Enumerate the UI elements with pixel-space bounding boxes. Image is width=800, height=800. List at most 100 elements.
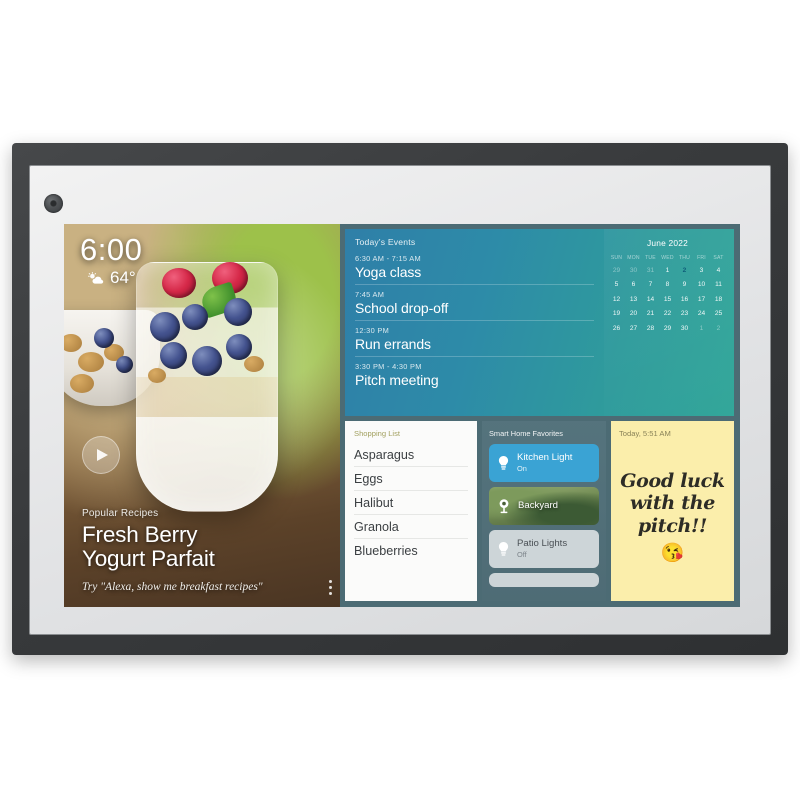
decorative-granola xyxy=(244,356,264,372)
calendar-day[interactable]: 18 xyxy=(710,294,727,305)
decorative-blueberry xyxy=(94,328,114,348)
calendar-day[interactable]: 13 xyxy=(625,294,642,305)
calendar-day[interactable]: 20 xyxy=(625,308,642,319)
sticky-note-widget[interactable]: Today, 5:51 AM Good luck with the pitch!… xyxy=(611,421,734,601)
calendar-widget[interactable]: June 2022 SUN MON TUE WED THU FRI SAT 29 30 31 1 2 3… xyxy=(604,229,734,416)
calendar-day[interactable]: 7 xyxy=(642,279,659,290)
kebab-menu-icon[interactable] xyxy=(329,580,332,595)
calendar-day[interactable]: 23 xyxy=(676,308,693,319)
smart-home-tile-kitchen-light[interactable]: Kitchen Light On xyxy=(489,444,599,482)
calendar-day-header: SAT xyxy=(713,255,724,261)
calendar-day[interactable]: 28 xyxy=(642,323,659,334)
calendar-day[interactable]: 24 xyxy=(693,308,710,319)
event-title: Run errands xyxy=(355,336,431,352)
calendar-day[interactable]: 3 xyxy=(693,265,710,276)
calendar-day[interactable]: 27 xyxy=(625,323,642,334)
bottom-widgets-row: Shopping List Asparagus Eggs Halibut Gra… xyxy=(345,421,734,601)
calendar-day[interactable]: 31 xyxy=(642,265,659,276)
decorative-granola xyxy=(148,368,166,383)
shopping-list-heading: Shopping List xyxy=(354,429,401,438)
decorative-granola xyxy=(78,352,104,372)
calendar-day[interactable]: 21 xyxy=(642,308,659,319)
sun-behind-cloud-icon xyxy=(88,271,104,284)
todays-events-widget[interactable]: Today's Events 6:30 AM - 7:15 AM Yoga cl… xyxy=(345,229,604,416)
calendar-day[interactable]: 1 xyxy=(659,265,676,276)
note-line-3: pitch!! xyxy=(637,514,708,537)
calendar-day[interactable]: 22 xyxy=(659,308,676,319)
decorative-raspberry xyxy=(162,268,196,298)
calendar-day[interactable]: 19 xyxy=(608,308,625,319)
display-screen: 6:00 64° Popular Recipes Fresh Berry Yog… xyxy=(64,224,740,607)
clock-time: 6:00 xyxy=(80,232,143,267)
decorative-blueberry xyxy=(182,304,208,330)
calendar-day[interactable]: 26 xyxy=(608,323,625,334)
event-item[interactable]: 7:45 AM School drop-off xyxy=(355,290,594,321)
decorative-granola xyxy=(70,374,94,393)
calendar-day[interactable]: 15 xyxy=(659,294,676,305)
list-item[interactable]: Asparagus xyxy=(354,443,468,467)
calendar-day[interactable]: 2 xyxy=(710,323,727,334)
shopping-list-widget[interactable]: Shopping List Asparagus Eggs Halibut Gra… xyxy=(345,421,477,601)
event-item[interactable]: 3:30 PM - 4:30 PM Pitch meeting xyxy=(355,362,594,392)
smart-home-heading: Smart Home Favorites xyxy=(489,429,563,438)
event-title: Pitch meeting xyxy=(355,372,439,388)
event-title: Yoga class xyxy=(355,264,422,280)
lightbulb-icon xyxy=(498,541,509,556)
list-item[interactable]: Blueberries xyxy=(354,539,468,562)
event-title: School drop-off xyxy=(355,300,449,316)
calendar-day[interactable]: 6 xyxy=(625,279,642,290)
camera-icon xyxy=(499,499,509,514)
tile-label: Patio Lights xyxy=(517,537,568,549)
play-triangle-icon xyxy=(97,449,108,461)
calendar-day[interactable]: 17 xyxy=(693,294,710,305)
calendar-day[interactable]: 25 xyxy=(710,308,727,319)
recipe-title-line1: Fresh Berry xyxy=(82,521,198,547)
device-bezel: 6:00 64° Popular Recipes Fresh Berry Yog… xyxy=(12,143,788,655)
tile-label: Kitchen Light xyxy=(517,451,573,463)
calendar-day[interactable]: 14 xyxy=(642,294,659,305)
calendar-day[interactable]: 30 xyxy=(625,265,642,276)
play-icon[interactable] xyxy=(82,436,120,474)
recipe-title-line2: Yogurt Parfait xyxy=(82,545,215,571)
calendar-day[interactable]: 9 xyxy=(676,279,693,290)
event-time: 7:45 AM xyxy=(355,290,385,299)
device-inner-frame: 6:00 64° Popular Recipes Fresh Berry Yog… xyxy=(29,165,771,635)
tile-state: On xyxy=(517,464,527,474)
event-time: 12:30 PM xyxy=(355,326,390,335)
list-item[interactable]: Granola xyxy=(354,515,468,539)
calendar-day-header: SUN xyxy=(610,255,623,261)
calendar-day[interactable]: 30 xyxy=(676,323,693,334)
calendar-day[interactable]: 29 xyxy=(659,323,676,334)
calendar-day[interactable]: 16 xyxy=(676,294,693,305)
smart-home-tile-backyard[interactable]: Backyard xyxy=(489,487,599,525)
lightbulb-icon xyxy=(498,455,509,470)
event-item[interactable]: 12:30 PM Run errands xyxy=(355,326,594,357)
recipe-card[interactable]: 6:00 64° Popular Recipes Fresh Berry Yog… xyxy=(64,224,340,607)
event-time: 3:30 PM - 4:30 PM xyxy=(355,362,422,371)
calendar-day[interactable]: 1 xyxy=(693,323,710,334)
tile-label: Backyard xyxy=(518,499,558,511)
smart-home-tile-partial[interactable] xyxy=(489,573,599,587)
calendar-day-today[interactable]: 2 xyxy=(676,265,693,276)
calendar-day[interactable]: 8 xyxy=(659,279,676,290)
calendar-day[interactable]: 29 xyxy=(608,265,625,276)
calendar-day[interactable]: 11 xyxy=(710,279,727,290)
decorative-blueberry xyxy=(150,312,180,342)
decorative-blueberry xyxy=(160,342,187,369)
list-item[interactable]: Halibut xyxy=(354,491,468,515)
note-content: Good luck with the pitch!! 😘 xyxy=(620,434,725,601)
calendar-day[interactable]: 4 xyxy=(710,265,727,276)
calendar-day[interactable]: 5 xyxy=(608,279,625,290)
calendar-day[interactable]: 12 xyxy=(608,294,625,305)
calendar-day[interactable]: 10 xyxy=(693,279,710,290)
note-line-1: Good luck xyxy=(620,470,725,493)
smart-home-tile-patio-lights[interactable]: Patio Lights Off xyxy=(489,530,599,568)
calendar-day-header: WED xyxy=(661,255,674,261)
calendar-grid: SUN MON TUE WED THU FRI SAT 29 30 31 1 2 3 4 5 6 7 8 9 10 11… xyxy=(608,255,727,334)
calendar-day-header: FRI xyxy=(697,255,706,261)
weather-widget: 64° xyxy=(80,268,142,288)
decorative-blueberry xyxy=(224,298,252,326)
event-item[interactable]: 6:30 AM - 7:15 AM Yoga class xyxy=(355,254,594,285)
calendar-day-header: TUE xyxy=(645,255,656,261)
list-item[interactable]: Eggs xyxy=(354,467,468,491)
